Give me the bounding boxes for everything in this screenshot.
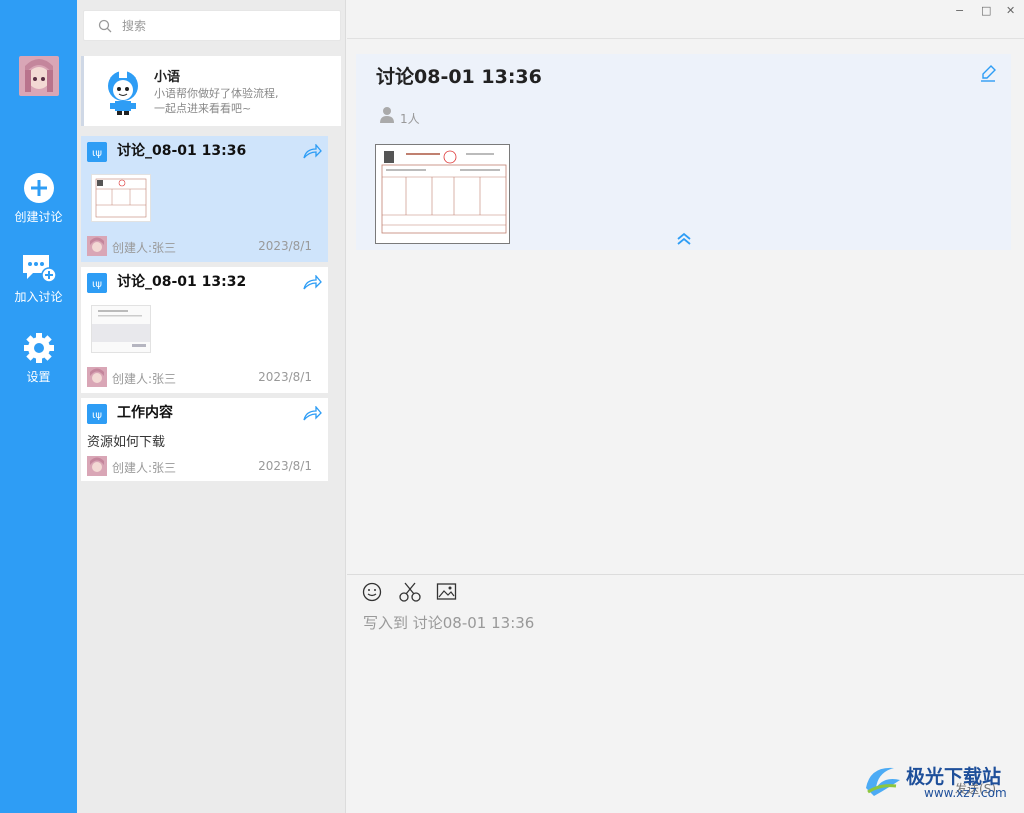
emoji-icon[interactable] — [362, 582, 382, 602]
watermark-logo: 极光下载站 www.xz7.com — [860, 758, 1020, 804]
plus-circle-icon — [23, 173, 54, 203]
title-divider — [347, 38, 1024, 39]
search-icon — [98, 19, 112, 33]
person-icon — [380, 107, 394, 123]
discussion-date: 2023/8/1 — [258, 239, 312, 253]
search-box[interactable] — [83, 10, 341, 41]
creator-avatar — [87, 367, 107, 387]
minimize-button[interactable]: − — [955, 4, 964, 17]
discussion-detail-pane: − □ ✕ 讨论08-01 13:36 1人 写入到 讨论08-01 13:36… — [347, 0, 1024, 813]
discussion-preview-text: 资源如何下载 — [87, 435, 166, 450]
watermark-url: www.xz7.com — [924, 786, 1007, 800]
scissors-icon[interactable] — [398, 582, 422, 602]
bot-desc-line2: 一起点进来看看吧~ — [154, 102, 252, 115]
discussion-card[interactable]: ιψ 讨论_08-01 13:36 创建人:张三 2023/8/1 — [81, 136, 328, 262]
discussion-list-panel: 小语 小语帮你做好了体验流程, 一起点进来看看吧~ ιψ 讨论_08-01 13… — [77, 0, 346, 813]
creator-avatar — [87, 456, 107, 476]
svg-text:ιψ: ιψ — [92, 148, 102, 159]
member-count[interactable]: 1人 — [380, 106, 420, 127]
message-input[interactable] — [363, 612, 1003, 772]
image-icon[interactable] — [436, 582, 458, 602]
chat-add-icon — [22, 255, 57, 283]
discussion-date: 2023/8/1 — [258, 370, 312, 384]
bot-assistant-card[interactable]: 小语 小语帮你做好了体验流程, 一起点进来看看吧~ — [81, 56, 341, 126]
discussion-title: 讨论_08-01 13:36 — [117, 143, 247, 159]
bot-name: 小语 — [154, 70, 181, 85]
gear-icon — [23, 333, 54, 363]
share-icon[interactable] — [302, 144, 322, 160]
attachment-image[interactable] — [375, 144, 510, 244]
discussion-title: 讨论_08-01 13:32 — [117, 274, 247, 290]
composer-divider — [347, 574, 1024, 575]
maximize-button[interactable]: □ — [981, 4, 991, 17]
creator-label: 创建人:张三 — [112, 372, 177, 386]
discussion-detail-title: 讨论08-01 13:36 — [376, 66, 542, 88]
creator-label: 创建人:张三 — [112, 461, 177, 475]
user-avatar[interactable] — [19, 56, 59, 96]
close-button[interactable]: ✕ — [1006, 4, 1015, 17]
creator-avatar — [87, 236, 107, 256]
share-icon[interactable] — [302, 275, 322, 291]
collapse-up-icon[interactable] — [676, 232, 692, 246]
join-discussion-label: 加入讨论 — [14, 290, 63, 304]
share-icon[interactable] — [302, 406, 322, 422]
watermark-name: 极光下载站 — [906, 766, 1002, 788]
bot-desc-line1: 小语帮你做好了体验流程, — [154, 87, 279, 100]
attachment-thumbnail[interactable] — [91, 174, 151, 222]
svg-text:ιψ: ιψ — [92, 410, 102, 421]
settings-button[interactable]: 设置 — [0, 332, 77, 385]
svg-text:ιψ: ιψ — [92, 279, 102, 290]
discussion-logo-icon: ιψ — [87, 273, 107, 293]
join-discussion-button[interactable]: 加入讨论 — [0, 252, 77, 305]
bot-avatar — [108, 70, 138, 115]
bot-description: 小语帮你做好了体验流程, 一起点进来看看吧~ — [154, 86, 334, 116]
discussion-card[interactable]: ιψ 工作内容 资源如何下载 创建人:张三 2023/8/1 — [81, 398, 328, 481]
discussion-logo-icon: ιψ — [87, 142, 107, 162]
member-count-label: 1人 — [400, 112, 420, 126]
creator-label: 创建人:张三 — [112, 241, 177, 255]
create-discussion-button[interactable]: 创建讨论 — [0, 172, 77, 225]
discussion-header-panel: 讨论08-01 13:36 1人 — [356, 54, 1011, 250]
left-nav: 创建讨论 加入讨论 设置 — [0, 0, 77, 813]
create-discussion-label: 创建讨论 — [14, 210, 63, 224]
discussion-title: 工作内容 — [117, 405, 173, 421]
watermark-swirl-icon — [866, 767, 900, 796]
edit-icon[interactable] — [979, 64, 997, 82]
settings-label: 设置 — [26, 370, 51, 384]
attachment-thumbnail[interactable] — [91, 305, 151, 353]
discussion-date: 2023/8/1 — [258, 459, 312, 473]
discussion-logo-icon: ιψ — [87, 404, 107, 424]
discussion-card[interactable]: ιψ 讨论_08-01 13:32 创建人:张三 2023/8/1 — [81, 267, 328, 393]
search-input[interactable] — [122, 16, 322, 36]
